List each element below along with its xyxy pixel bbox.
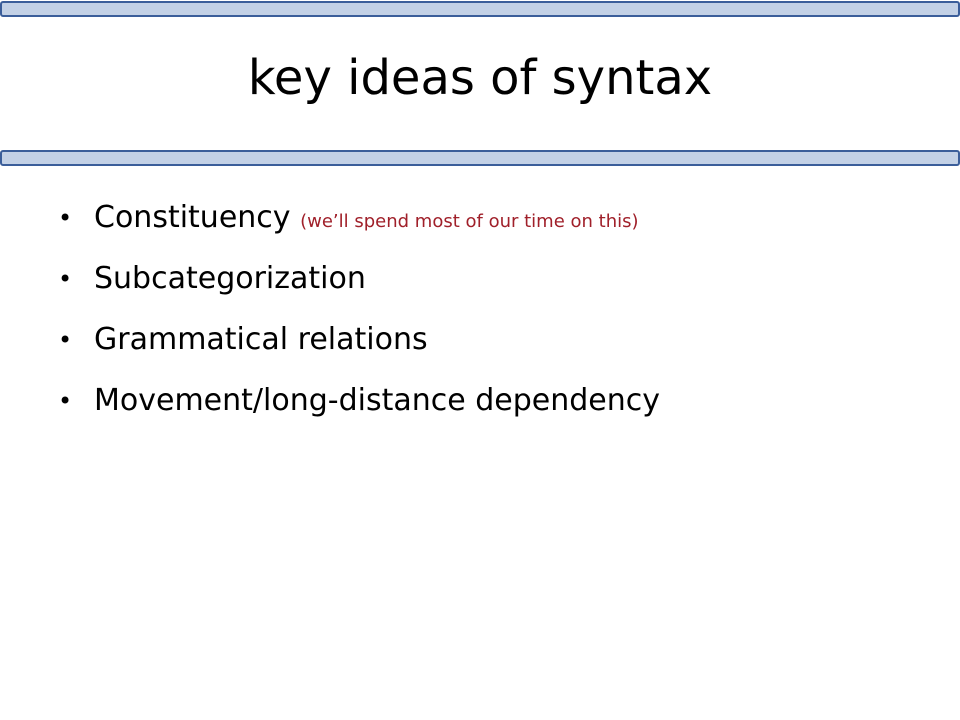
bullet-text: Constituency bbox=[94, 200, 291, 235]
bullet-icon: • bbox=[58, 204, 73, 232]
bullet-list: • Constituency (we’ll spend most of our … bbox=[58, 194, 660, 438]
bullet-text: Grammatical relations bbox=[94, 322, 428, 357]
bullet-item-grammatical-relations: • Grammatical relations bbox=[58, 316, 660, 377]
bullet-icon: • bbox=[58, 387, 73, 415]
bullet-icon: • bbox=[58, 326, 73, 354]
bullet-text: Subcategorization bbox=[94, 261, 366, 296]
title-underline-bar bbox=[0, 150, 960, 166]
top-rule-bar bbox=[0, 1, 960, 17]
bullet-item-movement: • Movement/long-distance dependency bbox=[58, 377, 660, 438]
slide-title: key ideas of syntax bbox=[247, 50, 713, 106]
bullet-icon: • bbox=[58, 265, 73, 293]
bullet-text: Movement/long-distance dependency bbox=[94, 383, 661, 418]
bullet-item-subcategorization: • Subcategorization bbox=[58, 255, 660, 316]
bullet-item-constituency: • Constituency (we’ll spend most of our … bbox=[58, 194, 660, 255]
bullet-note: (we’ll spend most of our time on this) bbox=[300, 211, 639, 232]
